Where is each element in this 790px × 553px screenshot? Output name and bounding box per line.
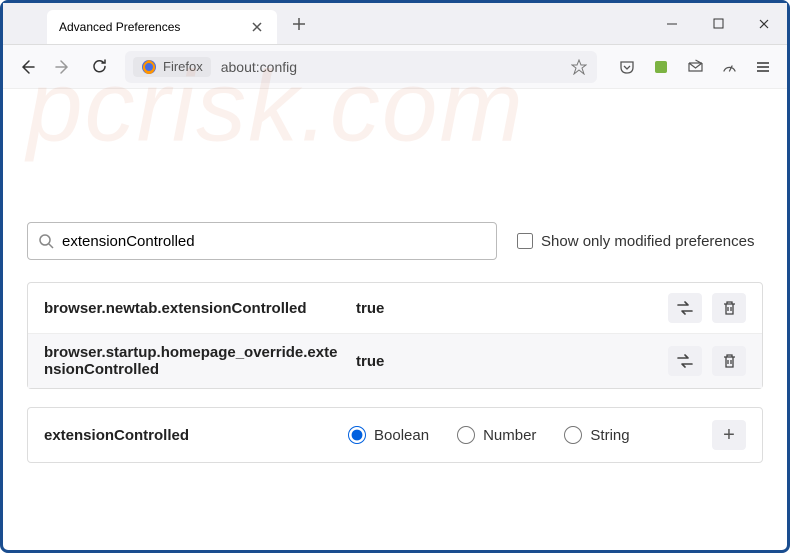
preference-actions — [668, 346, 746, 376]
toggle-icon — [676, 354, 694, 368]
search-icon — [38, 233, 54, 249]
radio-label: String — [590, 427, 629, 444]
reload-icon — [91, 58, 108, 75]
close-window-button[interactable] — [741, 4, 787, 44]
preference-actions — [668, 293, 746, 323]
type-string[interactable]: String — [564, 426, 629, 444]
type-radio-group: Boolean Number String — [348, 426, 688, 444]
trash-icon — [722, 300, 737, 316]
type-number[interactable]: Number — [457, 426, 536, 444]
window-titlebar: Advanced Preferences — [3, 3, 787, 45]
about-config-content: pcrisk.com Show only modified preference… — [3, 89, 787, 481]
add-preference-name: extensionControlled — [44, 427, 324, 444]
minimize-icon — [666, 18, 678, 30]
close-tab-button[interactable] — [249, 19, 265, 35]
identity-label: Firefox — [163, 59, 203, 74]
star-icon — [571, 59, 587, 75]
plus-icon: + — [723, 424, 735, 447]
speed-button[interactable] — [713, 51, 745, 83]
close-icon — [758, 18, 770, 30]
minimize-button[interactable] — [649, 4, 695, 44]
preference-row: browser.startup.homepage_override.extens… — [28, 334, 762, 388]
window-controls — [649, 4, 787, 44]
modified-only-label: Show only modified preferences — [541, 233, 754, 250]
radio-input[interactable] — [457, 426, 475, 444]
delete-button[interactable] — [712, 346, 746, 376]
modified-only-input[interactable] — [517, 233, 533, 249]
preference-row: browser.newtab.extensionControlled true — [28, 283, 762, 334]
toggle-icon — [676, 301, 694, 315]
trash-icon — [722, 353, 737, 369]
identity-box[interactable]: Firefox — [133, 57, 211, 77]
gauge-icon — [721, 58, 738, 75]
delete-button[interactable] — [712, 293, 746, 323]
search-input[interactable] — [62, 233, 486, 250]
maximize-button[interactable] — [695, 4, 741, 44]
search-box[interactable] — [27, 222, 497, 260]
close-icon — [251, 21, 263, 33]
new-tab-button[interactable] — [285, 10, 313, 38]
radio-input[interactable] — [348, 426, 366, 444]
forward-button[interactable] — [47, 51, 79, 83]
pocket-icon — [619, 59, 635, 75]
search-row: Show only modified preferences — [27, 222, 763, 260]
mail-icon — [687, 58, 704, 75]
toolbar-actions — [611, 51, 779, 83]
radio-label: Number — [483, 427, 536, 444]
back-button[interactable] — [11, 51, 43, 83]
preference-name: browser.startup.homepage_override.extens… — [44, 344, 344, 378]
mail-button[interactable] — [679, 51, 711, 83]
menu-button[interactable] — [747, 51, 779, 83]
url-text: about:config — [221, 59, 569, 75]
browser-toolbar: Firefox about:config — [3, 45, 787, 89]
url-bar[interactable]: Firefox about:config — [125, 51, 597, 83]
plus-icon — [292, 17, 306, 31]
toggle-button[interactable] — [668, 293, 702, 323]
bookmark-button[interactable] — [569, 59, 589, 75]
hamburger-icon — [755, 59, 771, 75]
modified-only-checkbox[interactable]: Show only modified preferences — [517, 233, 754, 250]
preference-value: true — [356, 353, 656, 370]
add-preference-row: extensionControlled Boolean Number Strin… — [27, 407, 763, 463]
browser-tab[interactable]: Advanced Preferences — [47, 10, 277, 44]
maximize-icon — [713, 18, 724, 29]
preference-list: browser.newtab.extensionControlled true … — [27, 282, 763, 389]
arrow-left-icon — [18, 58, 36, 76]
type-boolean[interactable]: Boolean — [348, 426, 429, 444]
radio-input[interactable] — [564, 426, 582, 444]
extension-button[interactable] — [645, 51, 677, 83]
pocket-button[interactable] — [611, 51, 643, 83]
tab-title: Advanced Preferences — [59, 20, 241, 34]
puzzle-icon — [653, 59, 669, 75]
radio-label: Boolean — [374, 427, 429, 444]
arrow-right-icon — [54, 58, 72, 76]
preference-name: browser.newtab.extensionControlled — [44, 300, 344, 317]
reload-button[interactable] — [83, 51, 115, 83]
toggle-button[interactable] — [668, 346, 702, 376]
preference-value: true — [356, 300, 656, 317]
firefox-icon — [141, 59, 157, 75]
add-button[interactable]: + — [712, 420, 746, 450]
